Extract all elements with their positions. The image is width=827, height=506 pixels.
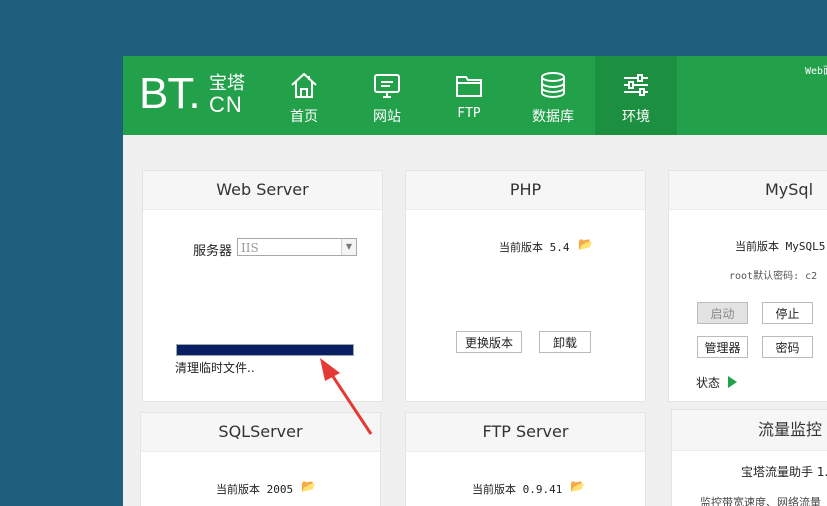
- red-annotation-arrow: [320, 358, 373, 435]
